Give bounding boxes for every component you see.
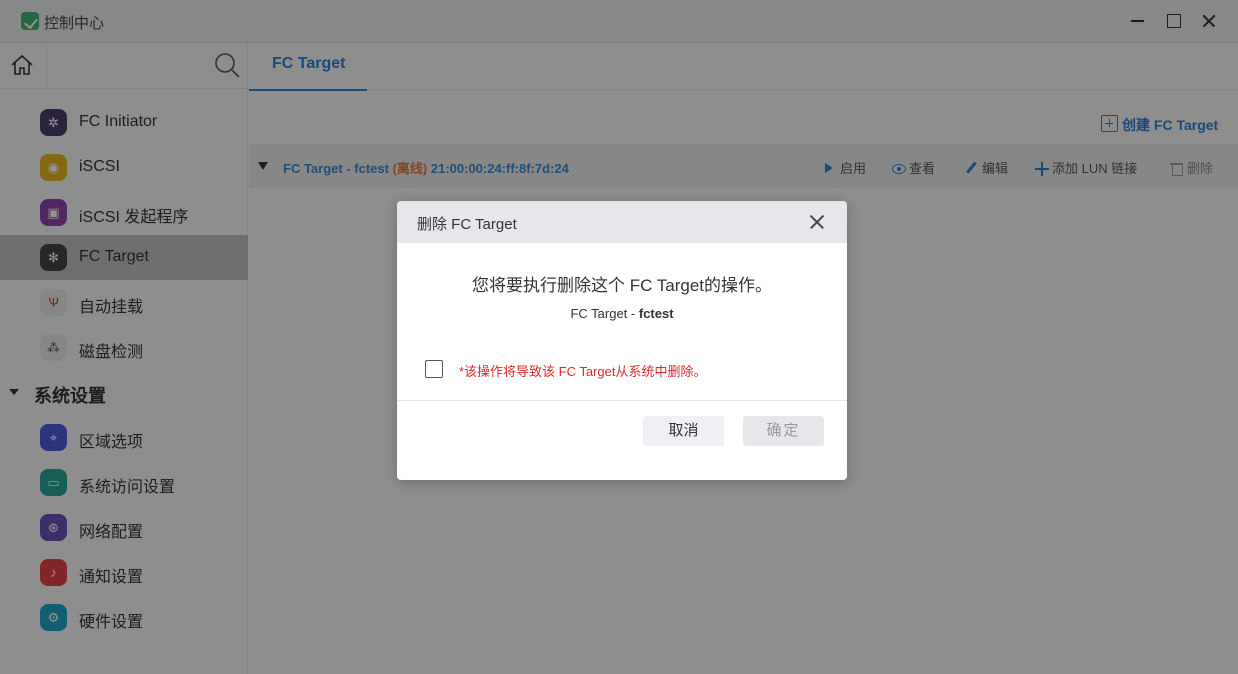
dialog-target-bold: fctest	[638, 306, 674, 321]
dialog-header: 删除 FC Target	[397, 201, 847, 243]
delete-dialog: 删除 FC Target 您将要执行删除这个 FC Target的操作。 FC …	[397, 201, 847, 480]
warning-text: *该操作将导致该 FC Target从系统中删除。	[459, 364, 707, 379]
confirm-checkbox[interactable]	[425, 360, 443, 378]
dialog-target-prefix: FC Target -	[570, 306, 639, 321]
confirm-button[interactable]: 确定	[743, 416, 824, 446]
dialog-target-name: FC Target - fctest	[397, 306, 847, 321]
close-icon[interactable]	[807, 212, 827, 232]
cancel-button[interactable]: 取消	[643, 416, 724, 446]
dialog-title: 删除 FC Target	[417, 216, 517, 233]
dialog-separator	[397, 400, 847, 401]
dialog-message: 您将要执行删除这个 FC Target的操作。	[471, 276, 773, 295]
